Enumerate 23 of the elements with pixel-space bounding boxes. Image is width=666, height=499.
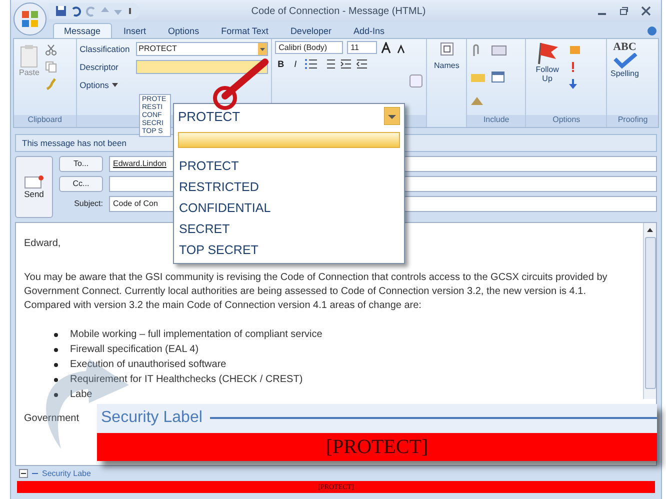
bullet-text: Execution of unauthorised software [70, 358, 226, 372]
bullet-text: Labe [70, 388, 92, 402]
abc-text: ABC [613, 41, 636, 53]
bullet-text: Requirement for IT Healthchecks (CHECK / CREST) [70, 372, 303, 386]
classification-label: Classification [80, 44, 131, 54]
subject-label: Subject: [73, 198, 103, 210]
security-label-bar: [PROTECT] [97, 433, 657, 461]
dropdown-value: PROTECT [178, 108, 240, 124]
section-title: Security Labe [42, 469, 91, 478]
callout-title: Security Label [101, 409, 202, 427]
bullet-text: Mobile working – full implementation of compliant service [70, 328, 322, 342]
group-label: Include [467, 115, 526, 127]
bullet-text: Firewall specification (EAL 4) [70, 342, 199, 356]
group-label: Clipboard [14, 115, 76, 127]
paste-label: Paste [19, 68, 40, 77]
body-paragraph: You may be aware that the GSI community is revising the Code of Connection that controls access to the GCSX circuits provided by Government Connect. Currently local authorities are being assessed to Code of Connection version 3.2, the new version is 4.1. Compared with version 3.2 the main Code of Connection version 4.1 areas of change are: [24, 271, 608, 313]
greeting-text: Edward, [24, 237, 61, 251]
window-title: Code of Connection - Message (HTML) [250, 6, 427, 16]
descriptor-label: Descriptor [80, 62, 120, 72]
classification-value: PROTECT [138, 44, 177, 53]
group-label: Options [526, 115, 606, 127]
closing-text: Government [24, 412, 80, 426]
group-label: Proofing [607, 115, 658, 127]
